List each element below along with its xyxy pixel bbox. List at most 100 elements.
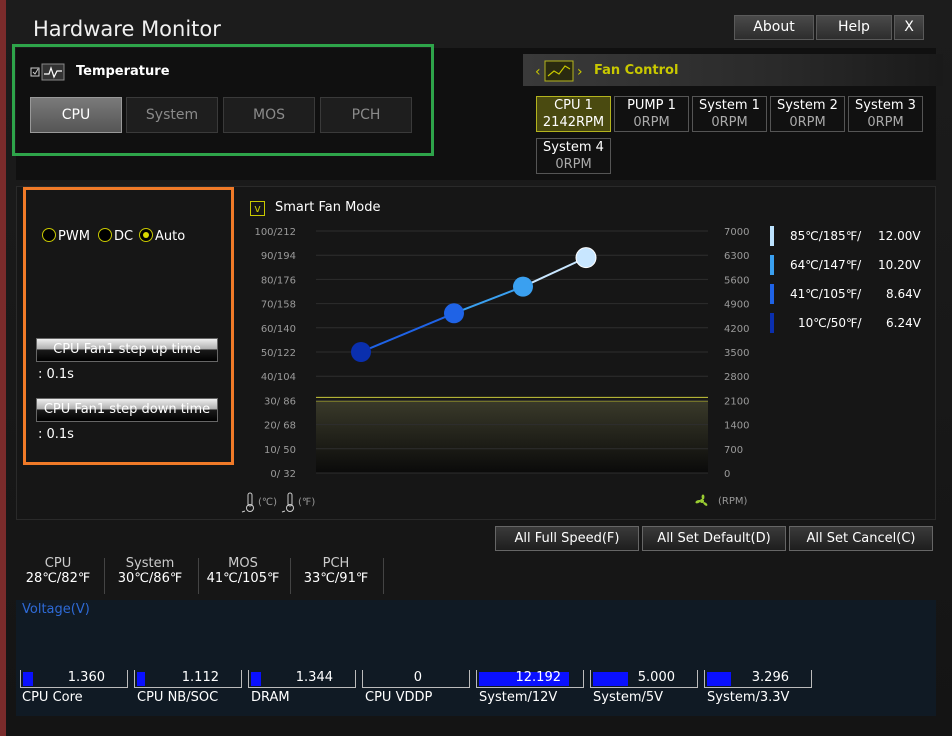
curve-point-4[interactable]	[575, 247, 597, 269]
radio-auto[interactable]: Auto	[139, 228, 185, 244]
voltage-fill	[251, 672, 261, 686]
voltage-name: DRAM	[251, 690, 290, 705]
celsius-unit: (℃)	[258, 497, 278, 508]
fan-button-system4[interactable]: System 4 0RPM	[536, 138, 611, 174]
voltage-value: 3.296	[751, 670, 789, 685]
legend-temp-4: 10℃/50℉/	[798, 316, 862, 330]
fan-button-system2[interactable]: System 2 0RPM	[770, 96, 845, 132]
radio-label: Auto	[155, 229, 186, 244]
step-up-value: : 0.1s	[38, 367, 74, 382]
fan-name: System 2	[777, 98, 838, 113]
left-tick-label: 60/140	[261, 324, 296, 335]
fan-button-cpu1[interactable]: CPU 1 2142RPM	[536, 96, 611, 132]
radio-circle	[42, 228, 56, 242]
voltage-title: Voltage(V)	[22, 602, 90, 617]
all-set-cancel-button[interactable]: All Set Cancel(C)	[789, 526, 933, 551]
temp-name: CPU	[44, 556, 72, 571]
about-button[interactable]: About	[734, 15, 814, 40]
temperature-graph-icon	[30, 63, 65, 81]
legend-swatch-4	[770, 313, 774, 333]
temp-value: 33℃/91℉	[303, 571, 369, 586]
tab-system[interactable]: System	[126, 97, 218, 133]
legend-temp-3: 41℃/105℉/	[790, 287, 862, 301]
temp-name: MOS	[228, 556, 258, 571]
legend-volt-1: 12.00V	[878, 229, 921, 243]
left-tick-label: 10/ 50	[264, 445, 296, 456]
step-down-button[interactable]: CPU Fan1 step down time	[36, 398, 218, 422]
radio-pwm[interactable]: PWM	[42, 228, 90, 244]
voltage-name: CPU NB/SOC	[137, 690, 219, 705]
legend-volt-2: 10.20V	[878, 258, 921, 272]
fan-name: CPU 1	[554, 98, 593, 113]
right-tick-label: 4200	[724, 324, 749, 335]
temp-value: 28℃/82℉	[25, 571, 91, 586]
voltage-fill	[593, 672, 628, 686]
all-set-default-button[interactable]: All Set Default(D)	[642, 526, 786, 551]
voltage-name: CPU Core	[22, 690, 83, 705]
close-button[interactable]: X	[894, 15, 924, 40]
voltage-bar-system-3v3: 3.296	[704, 670, 812, 688]
temp-value: 41℃/105℉	[206, 571, 280, 586]
rpm-unit: (RPM)	[718, 496, 748, 507]
temperature-label: Temperature	[76, 64, 170, 79]
tab-mos[interactable]: MOS	[223, 97, 315, 133]
fan-name: System 1	[699, 98, 760, 113]
fan-control-label: Fan Control	[594, 63, 679, 78]
fan-name: PUMP 1	[627, 98, 676, 113]
left-tick-label: 30/ 86	[264, 396, 296, 407]
tab-cpu[interactable]: CPU	[30, 97, 122, 133]
temp-value: 30℃/86℉	[117, 571, 183, 586]
radio-dc[interactable]: DC	[98, 228, 133, 244]
left-tick-label: 20/ 68	[264, 421, 296, 432]
fan-rpm: 0RPM	[867, 115, 904, 130]
legend-temp-2: 64℃/147℉/	[790, 258, 862, 272]
voltage-fill	[707, 672, 731, 686]
right-tick-label: 6300	[724, 251, 749, 262]
step-down-value: : 0.1s	[38, 427, 74, 442]
temp-name: PCH	[322, 556, 350, 571]
radio-circle	[139, 228, 153, 242]
temp-readout-cpu: CPU 28℃/82℉	[12, 556, 104, 586]
help-button[interactable]: Help	[816, 15, 892, 40]
svg-text:›: ›	[577, 64, 583, 80]
fan-rpm: 0RPM	[789, 115, 826, 130]
window-edge	[0, 0, 6, 736]
radio-label: PWM	[58, 229, 90, 244]
fan-name: System 3	[855, 98, 916, 113]
all-full-speed-button[interactable]: All Full Speed(F)	[495, 526, 639, 551]
left-tick-label: 70/158	[261, 300, 296, 311]
voltage-bar-cpu-vddp: 0	[362, 670, 470, 688]
right-tick-label: 3500	[724, 348, 749, 359]
fan-button-system1[interactable]: System 1 0RPM	[692, 96, 767, 132]
temp-name: System	[125, 556, 175, 571]
radio-circle	[98, 228, 112, 242]
curve-point-1[interactable]	[351, 342, 371, 362]
fan-name: System 4	[543, 140, 604, 155]
curve-point-3[interactable]	[513, 276, 533, 297]
left-tick-label: 90/194	[261, 251, 296, 262]
smart-fan-checkbox[interactable]: v	[250, 201, 265, 216]
left-tick-label: 100/212	[254, 227, 296, 238]
temp-readout-system: System 30℃/86℉	[104, 556, 196, 586]
right-tick-label: 2800	[724, 372, 749, 383]
right-tick-label: 700	[724, 445, 743, 456]
voltage-value: 1.344	[295, 670, 333, 685]
curve-segment	[360, 312, 455, 353]
fan-rpm: 0RPM	[555, 157, 592, 172]
left-tick-label: 0/ 32	[270, 469, 296, 480]
fahrenheit-unit: (℉)	[298, 497, 316, 508]
curve-point-2[interactable]	[444, 303, 464, 324]
voltage-name: System/5V	[593, 690, 664, 705]
voltage-name: CPU VDDP	[365, 690, 433, 705]
fan-button-system3[interactable]: System 3 0RPM	[848, 96, 923, 132]
curve-segment	[453, 285, 524, 315]
voltage-value: 0	[413, 670, 422, 685]
tab-pch[interactable]: PCH	[320, 97, 412, 133]
voltage-bar-dram: 1.344	[248, 670, 356, 688]
right-tick-label: 7000	[724, 227, 749, 238]
right-tick-label: 1400	[724, 421, 749, 432]
svg-text:‹: ‹	[535, 64, 541, 80]
step-up-button[interactable]: CPU Fan1 step up time	[36, 338, 218, 362]
fan-button-pump1[interactable]: PUMP 1 0RPM	[614, 96, 689, 132]
fan-curve-chart[interactable]: 100/212 90/194 80/176 70/158 60/140 50/122 40/…	[240, 222, 760, 514]
